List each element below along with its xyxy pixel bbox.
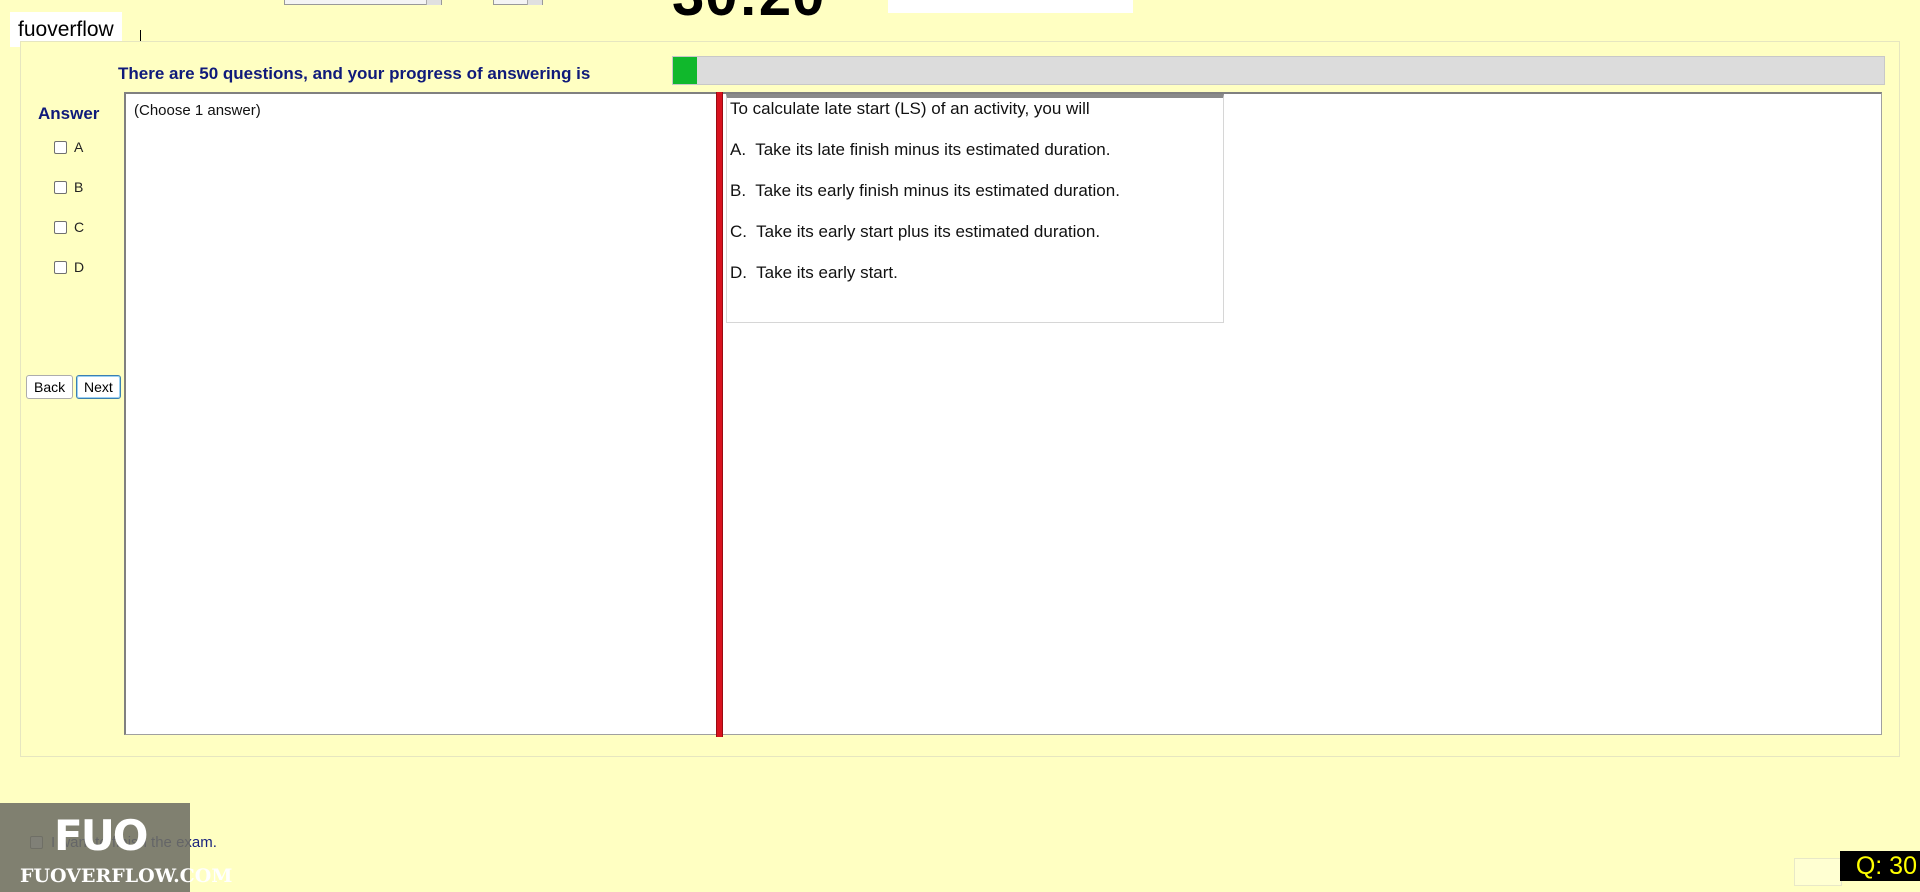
watermark: FUO FUOVERFLOW.COM (0, 803, 232, 892)
question-text: To calculate late start (LS) of an activ… (730, 99, 1090, 118)
question-choice-a: A. Take its late finish minus its estima… (730, 140, 1111, 159)
answer-option-b[interactable]: B (54, 179, 83, 195)
answer-option-d[interactable]: D (54, 259, 84, 275)
question-box (726, 94, 1224, 323)
answer-option-label: D (74, 259, 85, 275)
answer-checkbox-d[interactable] (54, 260, 67, 274)
watermark-text: FUOVERFLOW.COM (20, 865, 233, 887)
choose-instruction: (Choose 1 answer) (134, 102, 261, 119)
question-choice-c: C. Take its early start plus its estimat… (730, 222, 1101, 241)
back-button[interactable]: Back (26, 375, 74, 399)
top-dropdown-button[interactable] (426, 0, 441, 5)
answer-heading: Answer (38, 104, 100, 123)
question-choice-b: B. Take its early finish minus its estim… (730, 181, 1120, 200)
progress-label: There are 50 questions, and your progres… (118, 64, 591, 83)
progress-bar (672, 56, 1885, 85)
answer-checkbox-c[interactable] (54, 220, 67, 234)
answer-checkbox-b[interactable] (54, 180, 67, 194)
pane-splitter[interactable] (716, 92, 723, 737)
question-number-field[interactable] (1794, 858, 1842, 886)
top-image-area (888, 0, 1133, 13)
watermark-logo: FUO (54, 811, 148, 860)
next-button[interactable]: Next (76, 375, 121, 399)
answer-option-label: B (74, 179, 84, 195)
answer-option-label: C (74, 219, 85, 235)
answer-checkbox-a[interactable] (54, 140, 67, 154)
progress-bar-fill (673, 57, 698, 84)
exam-timer: 30:20 (672, 0, 825, 29)
answer-option-label: A (74, 139, 84, 155)
question-choice-d: D. Take its early start. (730, 263, 898, 282)
answer-option-a[interactable]: A (54, 139, 83, 155)
answer-option-c[interactable]: C (54, 219, 84, 235)
question-number-badge: Q: 30 (1840, 851, 1920, 881)
top-dropdown[interactable] (284, 0, 442, 5)
top-small-dropdown-button[interactable] (527, 0, 542, 5)
